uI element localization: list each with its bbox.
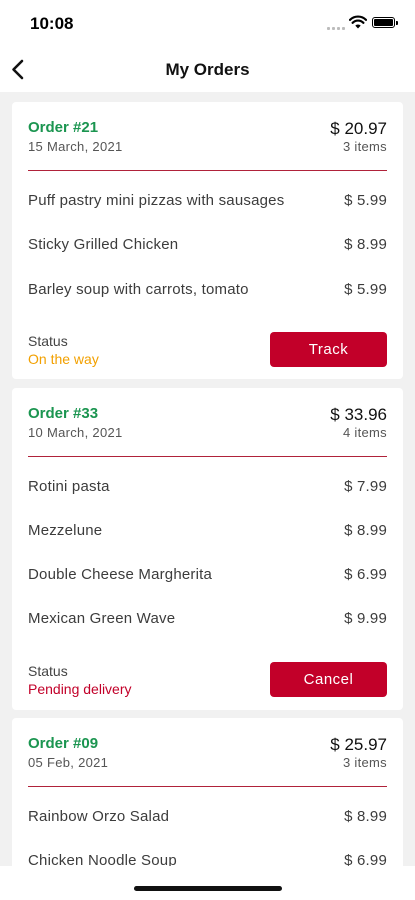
order-card[interactable]: Order #21 15 March, 2021 $ 20.97 3 items…	[12, 102, 403, 379]
order-status: Pending delivery	[28, 681, 132, 697]
nav-bar: My Orders	[0, 48, 415, 92]
divider	[28, 456, 387, 457]
divider	[28, 786, 387, 787]
item-name: Sticky Grilled Chicken	[28, 236, 179, 253]
order-date: 10 March, 2021	[28, 425, 123, 440]
order-total: $ 20.97	[330, 119, 387, 138]
order-date: 15 March, 2021	[28, 139, 123, 154]
order-total: $ 33.96	[330, 405, 387, 424]
item-name: Puff pastry mini pizzas with sausages	[28, 192, 285, 209]
order-date: 05 Feb, 2021	[28, 755, 109, 770]
order-total: $ 25.97	[330, 735, 387, 754]
order-item: Rainbow Orzo Salad $ 8.99	[28, 808, 387, 828]
home-indicator-area	[0, 866, 415, 900]
item-price: $ 8.99	[344, 236, 387, 253]
order-item: Puff pastry mini pizzas with sausages $ …	[28, 192, 387, 212]
order-item-count: 3 items	[342, 139, 387, 154]
order-item: Mezzelune $ 8.99	[28, 522, 387, 542]
item-price: $ 5.99	[344, 281, 387, 298]
divider	[28, 170, 387, 171]
status-bar: 10:08	[0, 0, 415, 48]
item-price: $ 6.99	[344, 566, 387, 583]
order-card[interactable]: Order #33 10 March, 2021 $ 33.96 4 items…	[12, 388, 403, 710]
item-name: Mezzelune	[28, 522, 103, 539]
item-price: $ 7.99	[344, 478, 387, 495]
status-label: Status	[28, 663, 68, 679]
order-id: Order #09	[28, 735, 99, 752]
battery-icon	[372, 17, 398, 28]
item-name: Rotini pasta	[28, 478, 110, 495]
cellular-signal-icon	[327, 26, 345, 30]
order-id: Order #21	[28, 119, 99, 136]
item-name: Mexican Green Wave	[28, 610, 176, 627]
status-label: Status	[28, 333, 68, 349]
wifi-icon	[349, 15, 367, 29]
track-button[interactable]: Track	[270, 332, 387, 367]
order-status: On the way	[28, 351, 99, 367]
order-item-count: 4 items	[342, 425, 387, 440]
order-item: Barley soup with carrots, tomato $ 5.99	[28, 281, 387, 301]
order-item-count: 3 items	[342, 755, 387, 770]
order-item: Mexican Green Wave $ 9.99	[28, 610, 387, 630]
status-time: 10:08	[30, 14, 74, 33]
order-id: Order #33	[28, 405, 99, 422]
item-price: $ 9.99	[344, 610, 387, 627]
page-title: My Orders	[165, 60, 250, 79]
item-price: $ 8.99	[344, 522, 387, 539]
order-item: Double Cheese Margherita $ 6.99	[28, 566, 387, 586]
item-price: $ 8.99	[344, 808, 387, 825]
cancel-button[interactable]: Cancel	[270, 662, 387, 697]
order-card[interactable]: Order #09 05 Feb, 2021 $ 25.97 3 items R…	[12, 718, 403, 878]
order-item: Rotini pasta $ 7.99	[28, 478, 387, 498]
item-price: $ 5.99	[344, 192, 387, 209]
order-item: Sticky Grilled Chicken $ 8.99	[28, 236, 387, 256]
item-name: Barley soup with carrots, tomato	[28, 281, 249, 298]
home-indicator[interactable]	[134, 886, 282, 891]
item-name: Double Cheese Margherita	[28, 566, 213, 583]
item-name: Rainbow Orzo Salad	[28, 808, 170, 825]
